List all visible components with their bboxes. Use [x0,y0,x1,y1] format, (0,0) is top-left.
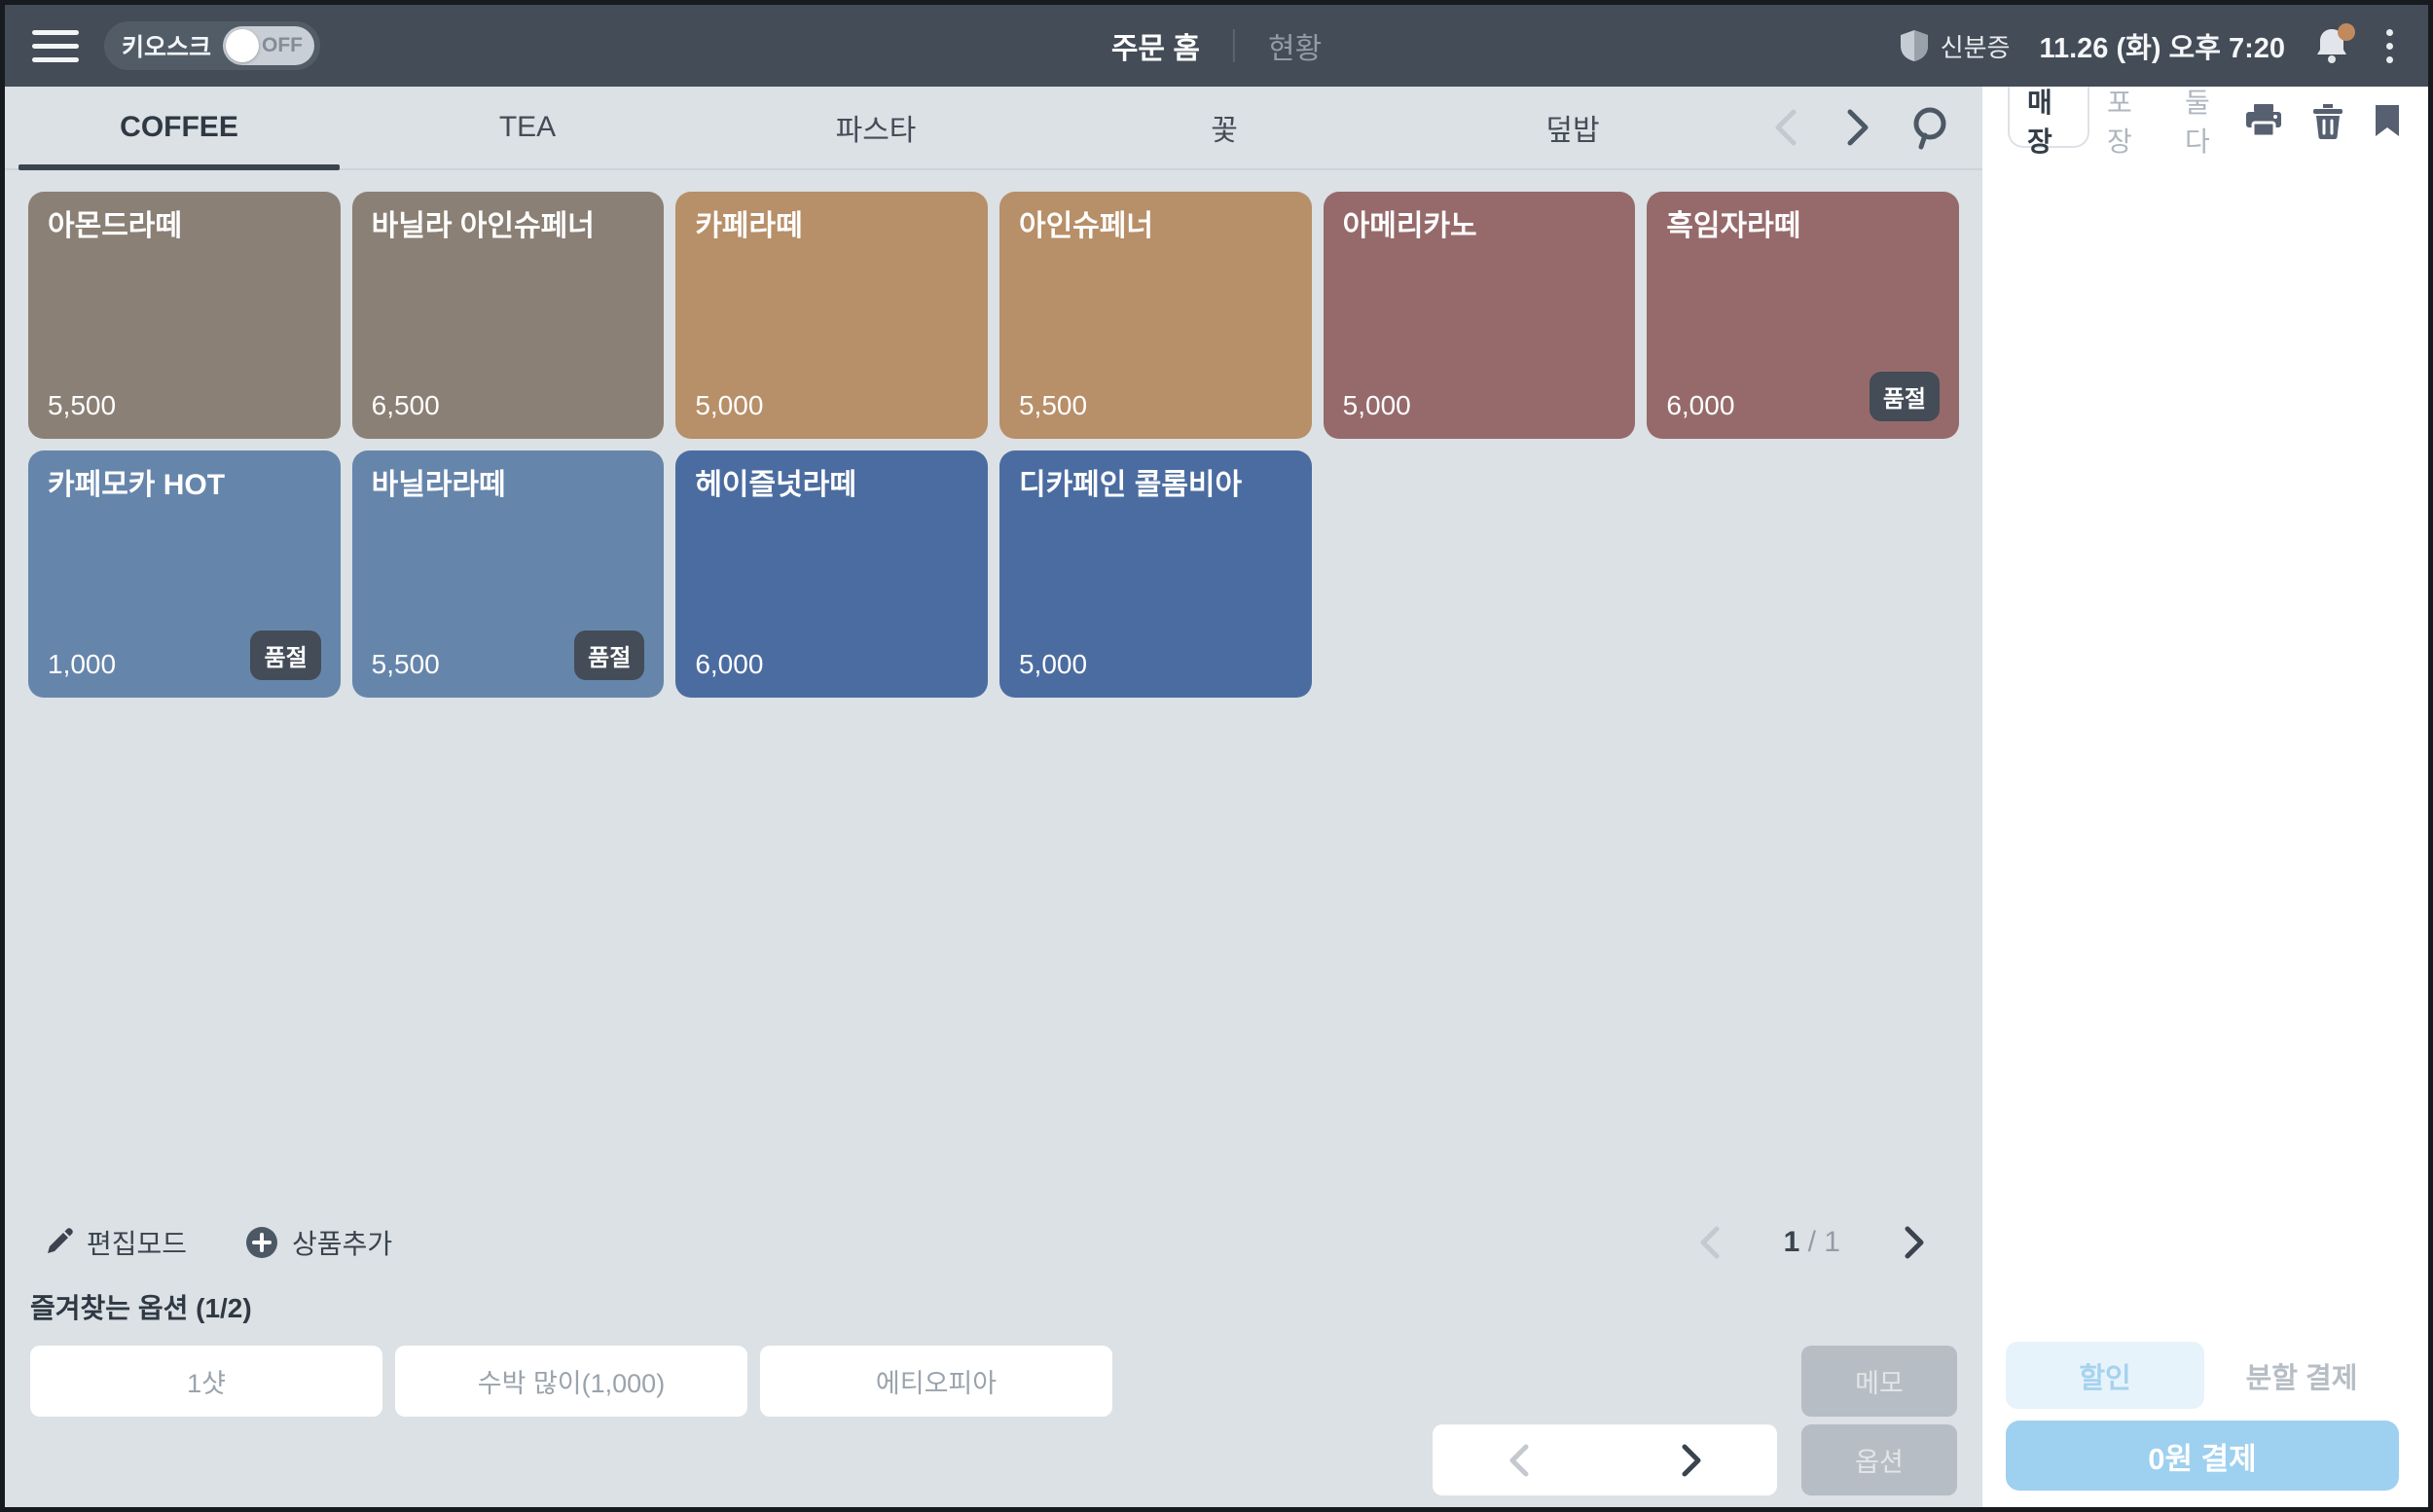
product-price: 5,000 [1343,390,1411,421]
toggle-state-label: OFF [262,34,303,57]
product-card[interactable]: 카페모카 HOT 1,000 품절 [28,450,341,698]
topbar-right: 신분증 11.26 (화) 오후 7:20 [1900,25,2401,67]
shield-icon [1900,29,1929,62]
trash-icon[interactable] [2311,102,2344,139]
product-price: 5,000 [1019,649,1087,680]
order-list-empty [1982,155,2428,1342]
product-name: 디카페인 콜롬비아 [1019,468,1292,503]
print-icon[interactable] [2245,103,2282,138]
datetime-label: 11.26 (화) 오후 7:20 [2039,25,2285,66]
toggle-knob [226,29,259,62]
product-card[interactable]: 아몬드라떼 5,500 [28,192,341,439]
order-type-store[interactable]: 매장 [2008,86,2089,148]
order-panel: 매장 포장 둘다 할인 분할 결제 0원 결제 [1982,87,2428,1507]
product-name: 헤이즐넛라떼 [695,468,968,503]
grid-pagination: 1 / 1 [1687,1219,1938,1266]
tab-flower[interactable]: 꽃 [1050,87,1398,168]
soldout-badge: 품절 [574,630,644,680]
category-tabstrip: COFFEE TEA 파스타 꽃 덮밥 [5,87,1982,170]
tab-tea[interactable]: TEA [353,87,702,168]
notification-dot [2338,23,2355,41]
nav-order-home[interactable]: 주문 홈 [1111,24,1200,67]
kebab-menu-icon[interactable] [2379,25,2401,67]
nav-divider [1233,29,1235,62]
pay-button[interactable]: 0원 결제 [2006,1421,2399,1491]
product-card[interactable]: 아인슈페너 5,500 [999,192,1312,439]
add-product-button[interactable]: 상품추가 [245,1223,392,1262]
product-card[interactable]: 디카페인 콜롬비아 5,000 [999,450,1312,698]
favorite-option-ethiopia[interactable]: 에티오피아 [760,1346,1112,1417]
product-price: 6,000 [695,649,763,680]
product-card[interactable]: 흑임자라떼 6,000 품절 [1647,192,1959,439]
id-check-button[interactable]: 신분증 [1900,28,2011,64]
product-card[interactable]: 헤이즐넛라떼 6,000 [675,450,988,698]
edit-mode-label: 편집모드 [87,1223,187,1262]
product-name: 바닐라라떼 [372,468,645,503]
options-next-icon[interactable] [1668,1437,1715,1484]
product-name: 아몬드라떼 [48,209,321,244]
plus-circle-icon [245,1226,278,1259]
top-bar: 키오스크 OFF 주문 홈 현황 신분증 11.26 (화) 오후 7:20 [5,5,2428,87]
page-indicator: 1 / 1 [1784,1226,1840,1259]
bookmark-icon[interactable] [2374,103,2401,138]
edit-mode-button[interactable]: 편집모드 [44,1223,187,1262]
category-next-icon[interactable] [1834,104,1881,151]
discount-button[interactable]: 할인 [2006,1342,2204,1409]
product-grid: 아몬드라떼 5,500 바닐라 아인슈페너 6,500 카페라떼 5,000 [28,192,1959,698]
product-price: 5,500 [372,649,440,680]
soldout-badge: 품절 [1870,372,1940,421]
search-icon[interactable] [1906,104,1953,151]
topbar-nav: 주문 홈 현황 [1111,5,1322,87]
product-card[interactable]: 아메리카노 5,000 [1324,192,1636,439]
notification-bell-button[interactable] [2314,27,2349,64]
order-panel-footer: 할인 분할 결제 0원 결제 [1982,1342,2428,1507]
product-card[interactable]: 바닐라 아인슈페너 6,500 [352,192,665,439]
product-name: 바닐라 아인슈페너 [372,209,645,244]
product-name: 흑임자라떼 [1666,209,1940,244]
split-payment-button[interactable]: 분할 결제 [2204,1355,2399,1396]
main-area: COFFEE TEA 파스타 꽃 덮밥 아몬드라떼 [5,87,1982,1507]
category-prev-icon[interactable] [1762,104,1809,151]
tab-pasta[interactable]: 파스타 [702,87,1050,168]
options-prev-icon[interactable] [1496,1437,1543,1484]
order-type-both[interactable]: 둘다 [2167,90,2245,152]
product-price: 5,500 [1019,390,1087,421]
option-button[interactable]: 옵션 [1801,1424,1957,1495]
product-name: 카페라떼 [695,209,968,244]
product-name: 아인슈페너 [1019,209,1292,244]
page-prev-icon[interactable] [1687,1219,1733,1266]
edit-toolbar: 편집모드 상품추가 1 / 1 [5,1213,1982,1272]
options-pager [1433,1424,1777,1495]
favorites-section: 즐겨찾는 옵션 (1/2) 1샷 수박 많이(1,000) 에티오피아 메모 [5,1272,1982,1507]
product-card[interactable]: 바닐라라떼 5,500 품절 [352,450,665,698]
kiosk-toggle[interactable]: 키오스크 OFF [104,21,320,70]
product-price: 6,000 [1666,390,1734,421]
nav-status[interactable]: 현황 [1268,24,1322,67]
kiosk-switch[interactable]: OFF [223,26,314,65]
product-price: 5,000 [695,390,763,421]
tab-coffee[interactable]: COFFEE [5,87,353,168]
product-price: 1,000 [48,649,116,680]
kiosk-label: 키오스크 [122,28,211,63]
favorite-option-1shot[interactable]: 1샷 [30,1346,382,1417]
soldout-badge: 품절 [250,630,320,680]
product-card[interactable]: 카페라떼 5,000 [675,192,988,439]
id-check-label: 신분증 [1941,28,2011,64]
product-price: 6,500 [372,390,440,421]
memo-button[interactable]: 메모 [1801,1346,1957,1417]
order-type-takeout[interactable]: 포장 [2089,90,2167,152]
order-panel-header: 매장 포장 둘다 [1982,87,2428,155]
favorites-title: 즐겨찾는 옵션 (1/2) [30,1287,1957,1326]
favorite-option-watermelon[interactable]: 수박 많이(1,000) [395,1346,747,1417]
add-product-label: 상품추가 [292,1223,392,1262]
hamburger-menu-icon[interactable] [32,30,79,62]
tab-rice-bowl[interactable]: 덮밥 [1398,87,1747,168]
product-name: 카페모카 HOT [48,468,321,503]
product-name: 아메리카노 [1343,209,1616,244]
page-next-icon[interactable] [1891,1219,1938,1266]
product-price: 5,500 [48,390,116,421]
pencil-icon [44,1228,73,1257]
